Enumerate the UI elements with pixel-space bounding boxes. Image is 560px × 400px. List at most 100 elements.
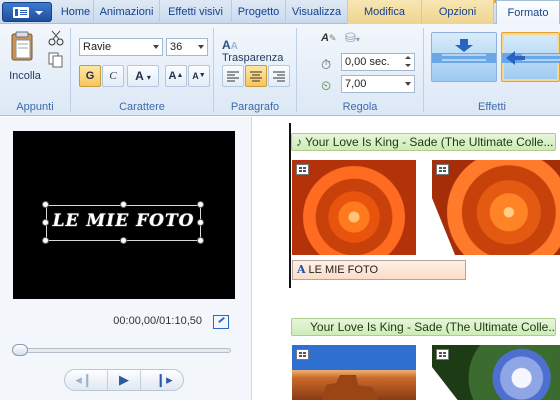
paint-bucket-icon: ⛁ [345,30,356,45]
preview-pane: LE MIE FOTO 00:00,00/01:10,50 ◂❙ ▶ ❙▸ [0,117,252,400]
grow-font-button[interactable]: A▲ [165,65,187,87]
ribbon-tab-bar: Home Animazioni Effetti visivi Progetto … [0,0,560,25]
group-font: Ravie 36 G C A ▾ A▲ A▼ Carattere [71,24,213,116]
tab-modifica[interactable]: Modifica [348,0,422,24]
group-label-appunti: Appunti [16,101,54,113]
resize-handle[interactable] [120,237,127,244]
effect-thumbnail-2-selected[interactable] [501,32,560,82]
font-size-select[interactable]: 36 [166,38,208,56]
storyboard-clip[interactable] [292,160,416,255]
resize-handle[interactable] [42,219,49,226]
audio-track-bar[interactable]: ♪ Your Love Is King - Sade (The Ultimate… [291,133,556,151]
transition-icon [436,349,449,360]
group-clipboard: Incolla Appunti [0,24,70,116]
video-preview[interactable]: LE MIE FOTO [13,131,235,299]
chevron-down-icon [150,39,162,55]
tab-visualizza[interactable]: Visualizza [286,0,348,24]
paste-button[interactable]: Incolla [4,28,42,84]
group-label-carattere: Carattere [119,101,165,113]
resize-handle[interactable] [197,201,204,208]
chevron-down-icon: ▾ [146,73,151,82]
resize-handle[interactable] [42,201,49,208]
copy-button[interactable] [48,52,66,70]
transparency-icon-shadow: A [230,41,238,52]
font-color-button[interactable]: A ▾ [127,65,159,87]
shrink-font-button[interactable]: A▼ [188,65,210,87]
previous-frame-button[interactable]: ◂❙ [67,370,101,390]
overlay-title-text[interactable]: LE MIE FOTO [47,211,200,231]
storyboard-clip[interactable] [292,345,416,400]
italic-button[interactable]: C [102,65,124,87]
align-left-icon [227,71,239,82]
audio-track-bar[interactable]: Your Love Is King - Sade (The Ultimate C… [291,318,556,336]
transition-icon [436,164,449,175]
transparency-icon: A [222,38,231,52]
align-right-button[interactable] [268,65,290,87]
resize-handle[interactable] [120,201,127,208]
paste-label: Incolla [9,70,41,82]
menu-icon [13,7,29,18]
align-center-icon [250,71,262,82]
playback-time: 00:00,00/01:10,50 [113,315,202,327]
text-color-icon: A [321,32,329,44]
caption-text: LE MIE FOTO [308,264,379,276]
storyboard-clip[interactable] [432,160,560,255]
effect-thumbnail-1[interactable] [431,32,497,82]
effect-preview-icon [432,39,496,63]
text-overlay-box[interactable]: LE MIE FOTO [46,205,201,241]
scissors-icon [48,30,64,46]
start-time-input[interactable]: 0,00 sec. [341,53,415,71]
seek-thumb[interactable] [12,344,28,356]
music-note-icon: ♪ [296,135,302,149]
duration-select[interactable]: 7,00 [341,75,415,93]
tab-effetti-visivi[interactable]: Effetti visivi [160,0,232,24]
align-left-button[interactable] [222,65,244,87]
next-frame-button[interactable]: ❙▸ [147,370,181,390]
rock-formation-image [322,375,378,400]
seek-track[interactable] [13,348,231,353]
bold-button[interactable]: G [79,65,101,87]
spinner-icon [402,54,414,70]
duration-value: 7,00 [345,78,367,90]
resize-handle[interactable] [197,237,204,244]
audio-track-title: Your Love Is King - Sade (The Ultimate C… [305,135,554,149]
start-time-value: 0,00 sec. [345,56,390,68]
start-time-icon: ⏱ [321,57,332,72]
group-effects: Effetti [424,24,560,116]
font-family-select[interactable]: Ravie [79,38,163,56]
playhead-cursor[interactable] [289,123,291,288]
font-size-value: 36 [170,41,183,53]
tab-formato[interactable]: Formato [496,0,560,25]
popout-preview-button[interactable] [213,315,229,329]
caption-bar[interactable]: A LE MIE FOTO [292,260,466,280]
application-menu-button[interactable] [2,2,52,22]
chevron-down-icon [195,39,207,55]
chevron-down-icon [35,11,43,15]
align-center-button[interactable] [245,65,267,87]
font-family-value: Ravie [83,41,112,53]
copy-icon [48,52,63,68]
play-button[interactable]: ▶ [107,370,141,390]
transparency-label: Trasparenza [222,52,284,64]
align-right-icon [273,71,285,82]
resize-handle[interactable] [197,219,204,226]
group-label-paragrafo: Paragrafo [230,101,280,113]
play-icon: ▶ [119,372,129,387]
text-color-button[interactable]: A✎ [321,32,341,50]
paste-icon [11,31,33,61]
resize-handle[interactable] [42,237,49,244]
transition-icon [296,164,309,175]
cut-button[interactable] [48,30,66,48]
group-adjust: A✎ ⛁▾ ⏱ 0,00 sec. ⏲ 7,00 Regola [297,24,423,116]
chevron-down-icon [402,76,414,92]
tab-home[interactable]: Home [58,0,94,24]
background-color-button[interactable]: ⛁▾ [345,30,371,48]
tab-animazioni[interactable]: Animazioni [94,0,160,24]
tab-progetto[interactable]: Progetto [232,0,286,24]
tab-opzioni[interactable]: Opzioni [422,0,494,24]
audio-track-title: Your Love Is King - Sade (The Ultimate C… [310,320,556,334]
arrow-down-icon: ▼ [198,72,206,79]
chevron-down-icon: ▾ [355,35,360,44]
transparency-button[interactable]: AA Trasparenza [222,38,296,64]
storyboard-clip[interactable] [432,345,560,400]
